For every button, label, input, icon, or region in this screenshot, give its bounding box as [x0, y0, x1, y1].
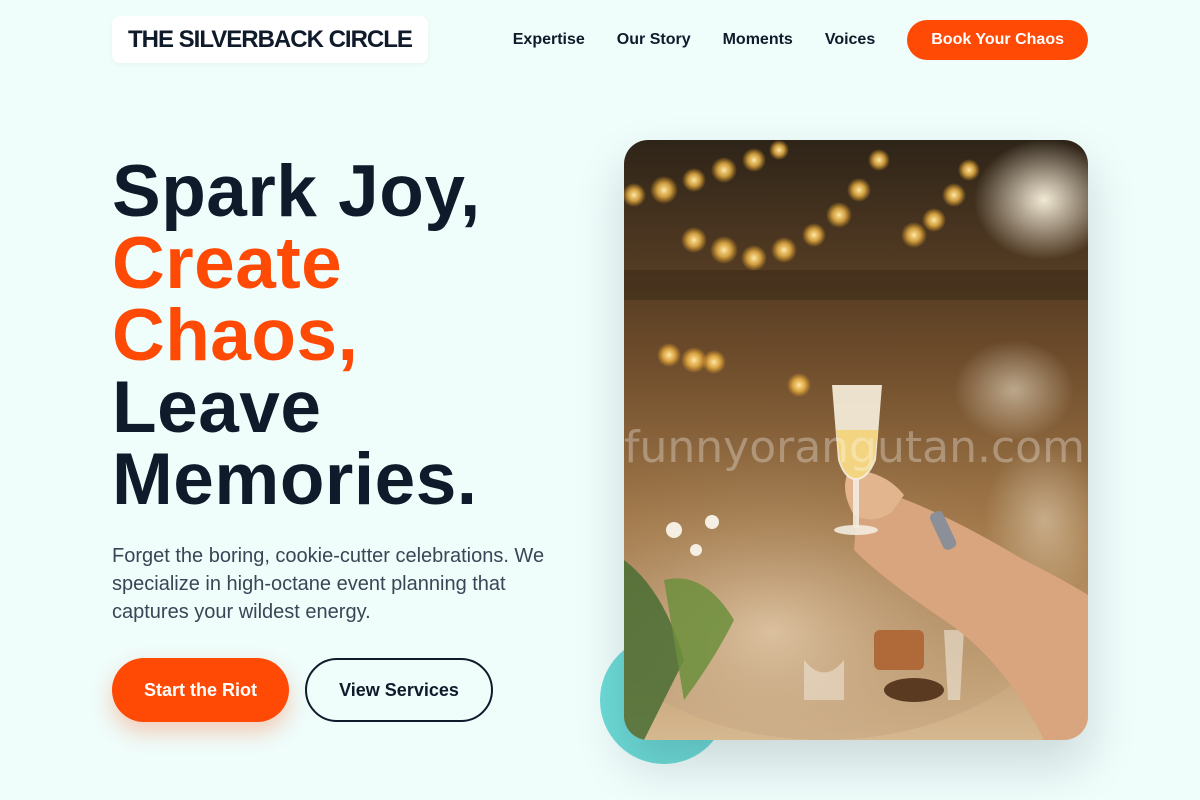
brand-logo[interactable]: THE SILVERBACK CIRCLE	[112, 16, 428, 63]
watermark: funnyorangutan.com	[624, 422, 1085, 473]
brand-name: THE SILVERBACK CIRCLE	[128, 25, 413, 53]
headline-line-2: Create	[112, 223, 343, 304]
book-your-chaos-button[interactable]: Book Your Chaos	[907, 20, 1088, 60]
headline-line-3: Chaos,	[112, 295, 359, 376]
headline-line-5: Memories.	[112, 439, 478, 520]
view-services-button[interactable]: View Services	[305, 658, 493, 722]
hero-headline: Spark Joy, Create Chaos, Leave Memories.	[112, 151, 481, 520]
nav-link-our-story[interactable]: Our Story	[617, 31, 691, 49]
hero-image: funnyorangutan.com	[624, 140, 1088, 740]
headline-line-1: Spark Joy,	[112, 151, 481, 232]
headline-line-4: Leave	[112, 367, 322, 448]
hero-description: Forget the boring, cookie-cutter celebra…	[112, 545, 545, 623]
nav-link-voices[interactable]: Voices	[825, 31, 875, 49]
nav-link-expertise[interactable]: Expertise	[513, 31, 585, 49]
main-nav: Expertise Our Story Moments Voices Book …	[513, 20, 1088, 60]
nav-link-moments[interactable]: Moments	[723, 31, 793, 49]
svg-text:funnyorangutan.com: funnyorangutan.com	[624, 422, 1085, 473]
start-the-riot-button[interactable]: Start the Riot	[112, 658, 289, 722]
